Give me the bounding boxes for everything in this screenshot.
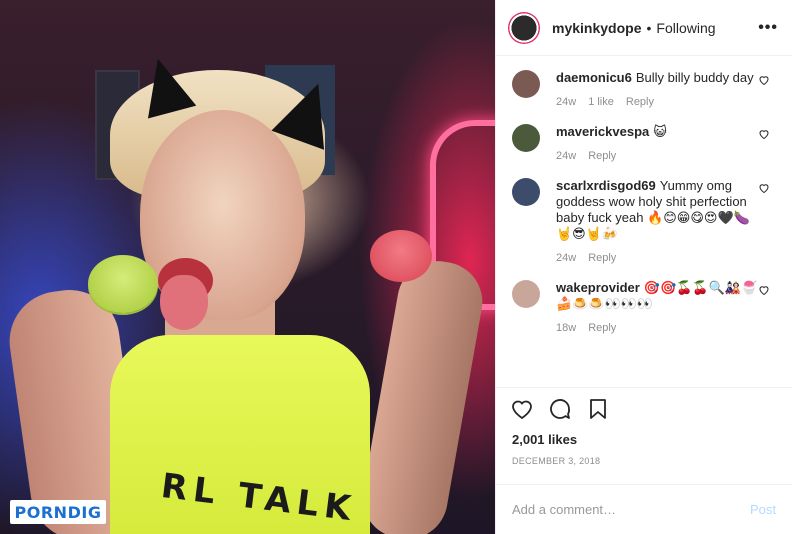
commenter-avatar[interactable] (512, 70, 540, 98)
post-header: mykinkydope • Following ••• (496, 0, 792, 56)
author-avatar[interactable] (508, 11, 540, 44)
post-photo[interactable]: RL TALK PORN DIG (0, 0, 495, 534)
author-username[interactable]: mykinkydope (552, 20, 641, 36)
commenter-avatar[interactable] (512, 124, 540, 152)
like-comment-heart-icon[interactable] (758, 182, 770, 194)
post-actions-bar (496, 387, 792, 430)
bookmark-icon[interactable] (586, 397, 610, 421)
reply-button[interactable]: Reply (588, 150, 616, 162)
tongue (160, 275, 208, 330)
add-comment-bar: Post (496, 484, 792, 534)
comment-likes[interactable]: 1 like (588, 96, 614, 108)
reply-button[interactable]: Reply (626, 96, 654, 108)
header-separator: • (646, 19, 652, 36)
comment-username[interactable]: daemonicu6 (556, 70, 632, 85)
watermark-logo: PORN DIG (10, 500, 106, 524)
comment-text: Bully billy buddy day (635, 70, 754, 85)
post-comment-button[interactable]: Post (750, 502, 776, 517)
comment-item: scarlxrdisgod69 Yummy omg goddess wow hol… (512, 178, 778, 264)
commenter-avatar[interactable] (512, 280, 540, 308)
comments-list[interactable]: daemonicu6 Bully billy buddy day 24w 1 li… (496, 56, 792, 387)
comment-age[interactable]: 24w (556, 96, 576, 108)
comment-bubble-icon[interactable] (548, 397, 572, 421)
watermark-part1: PORN (14, 502, 68, 522)
reply-button[interactable]: Reply (588, 322, 616, 334)
following-button[interactable]: Following (656, 20, 715, 36)
commenter-avatar[interactable] (512, 178, 540, 206)
right-arm (356, 254, 489, 534)
comment-text: 😺 (653, 124, 667, 139)
comment-item: maverickvespa 😺 24w Reply (512, 124, 778, 162)
comment-username[interactable]: scarlxrdisgod69 (556, 178, 656, 193)
watermark-part2: DIG (67, 502, 102, 522)
add-comment-input[interactable] (512, 502, 750, 517)
post-side-panel: mykinkydope • Following ••• daemonicu6 Bu… (495, 0, 792, 534)
post-date[interactable]: DECEMBER 3, 2018 (496, 456, 792, 468)
like-comment-heart-icon[interactable] (758, 128, 770, 140)
comment-age[interactable]: 24w (556, 150, 576, 162)
comment-item: daemonicu6 Bully billy buddy day 24w 1 li… (512, 70, 778, 108)
like-comment-heart-icon[interactable] (758, 74, 770, 86)
comment-age[interactable]: 18w (556, 322, 576, 334)
likes-count[interactable]: 2,001 likes (496, 432, 792, 448)
comment-age[interactable]: 24w (556, 252, 576, 264)
comment-username[interactable]: maverickvespa (556, 124, 649, 139)
like-heart-icon[interactable] (510, 397, 534, 421)
green-macaron (88, 255, 158, 313)
like-comment-heart-icon[interactable] (758, 284, 770, 296)
comment-item: wakeprovider 🎯🎯🍒🍒🔍🎎🍧🍰🍮🍮👀👀👀 18w Reply (512, 280, 778, 334)
more-options-icon[interactable]: ••• (758, 19, 778, 37)
instagram-post-view: RL TALK PORN DIG mykinkydope • Following … (0, 0, 792, 534)
pink-macaron (370, 230, 432, 282)
reply-button[interactable]: Reply (588, 252, 616, 264)
comment-username[interactable]: wakeprovider (556, 280, 640, 295)
